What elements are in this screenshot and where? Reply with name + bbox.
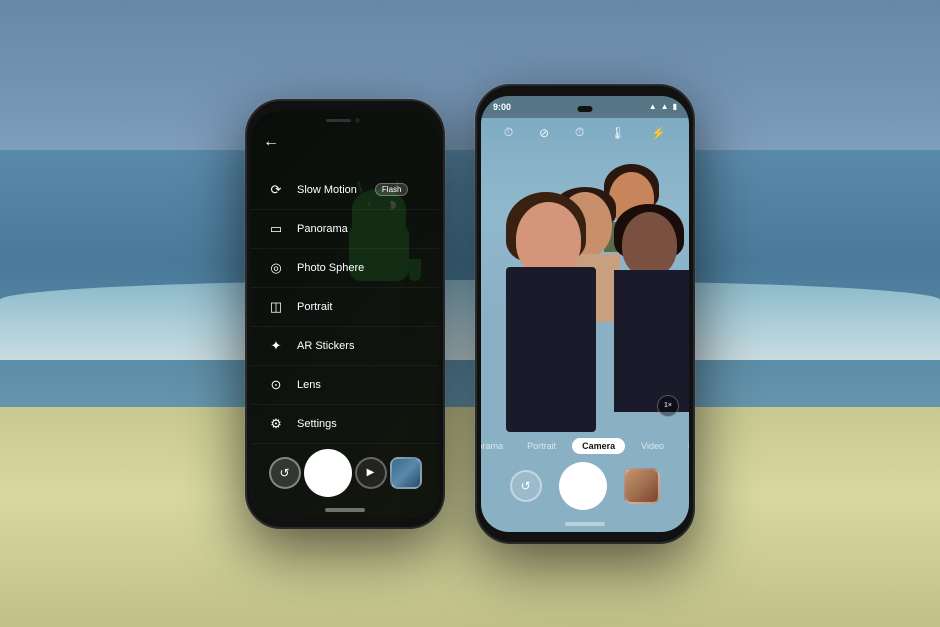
status-time: 9:00 <box>493 102 511 112</box>
photo-sphere-label: Photo Sphere <box>297 262 364 274</box>
status-icons: ▲ ▲ ▮ <box>649 102 677 111</box>
flash-badge: Flash <box>375 183 409 196</box>
person-main <box>501 202 601 432</box>
phone-right-screen: 9:00 ▲ ▲ ▮ ⏱ ⊘ ⏱ 🌡 ⚡ 1× Panor <box>481 96 689 532</box>
phone-left: ← ⟳ Slow Motion Flash ▭ Panorama ◎ <box>245 99 445 529</box>
phone-right-nav <box>481 522 689 526</box>
phone-left-screen: ← ⟳ Slow Motion Flash ▭ Panorama ◎ <box>251 111 439 517</box>
lens-label: Lens <box>297 379 321 391</box>
countdown-icon[interactable]: ⏱ <box>575 125 584 140</box>
menu-item-portrait[interactable]: ◫ Portrait <box>251 288 439 327</box>
wifi-icon: ▲ <box>649 102 657 111</box>
slow-motion-icon: ⟳ <box>267 181 285 199</box>
menu-item-panorama[interactable]: ▭ Panorama <box>251 210 439 249</box>
flip-camera-button-right[interactable]: ↺ <box>510 470 542 502</box>
portrait-label: Portrait <box>297 301 332 313</box>
home-indicator-right <box>565 522 605 526</box>
menu-item-photo-sphere[interactable]: ◎ Photo Sphere <box>251 249 439 288</box>
lens-icon: ⊙ <box>267 376 285 394</box>
timer-icon[interactable]: ⏱ <box>504 125 513 140</box>
tab-camera[interactable]: Camera <box>572 438 625 454</box>
menu-back-button[interactable]: ← <box>263 133 279 151</box>
menu-item-slow-motion[interactable]: ⟳ Slow Motion Flash <box>251 171 439 210</box>
menu-list: ⟳ Slow Motion Flash ▭ Panorama ◎ Photo S… <box>251 171 439 444</box>
video-button[interactable]: ▶ <box>355 457 387 489</box>
home-indicator <box>325 508 365 512</box>
flip-icon: ↺ <box>279 466 289 480</box>
settings-label: Settings <box>297 418 337 430</box>
zoom-level: 1× <box>664 402 672 409</box>
phone-left-speaker <box>326 119 351 122</box>
panorama-icon: ▭ <box>267 220 285 238</box>
camera-top-bar: ⏱ ⊘ ⏱ 🌡 ⚡ <box>481 118 689 148</box>
tab-portrait[interactable]: Portrait <box>519 438 564 454</box>
person-main-body <box>506 267 596 432</box>
zoom-indicator[interactable]: 1× <box>657 395 679 417</box>
flash-icon[interactable]: ⚡ <box>651 126 666 140</box>
gallery-button-right[interactable] <box>624 468 660 504</box>
portrait-icon: ◫ <box>267 298 285 316</box>
phones-container: ← ⟳ Slow Motion Flash ▭ Panorama ◎ <box>0 0 940 627</box>
phone-left-statusbar <box>251 111 439 131</box>
gallery-button[interactable] <box>390 457 422 489</box>
slow-motion-label: Slow Motion <box>297 184 357 196</box>
tab-video[interactable]: Video <box>633 438 672 454</box>
panorama-label: Panorama <box>297 223 348 235</box>
menu-item-settings[interactable]: ⚙ Settings <box>251 405 439 444</box>
settings-icon: ⚙ <box>267 415 285 433</box>
shutter-button[interactable] <box>304 449 352 497</box>
live-icon[interactable]: ⊘ <box>539 126 549 140</box>
photo-sphere-icon: ◎ <box>267 259 285 277</box>
phone-right-notch <box>578 106 593 112</box>
phone-right-controls: ↺ <box>481 462 689 510</box>
phone-right: 9:00 ▲ ▲ ▮ ⏱ ⊘ ⏱ 🌡 ⚡ 1× Panor <box>475 84 695 544</box>
mode-tabs: Panorama Portrait Camera Video More <box>481 432 689 460</box>
video-icon: ▶ <box>367 467 375 478</box>
tab-panorama[interactable]: Panorama <box>481 438 511 454</box>
back-icon: ← <box>263 133 279 150</box>
phone-left-nav <box>251 508 439 512</box>
menu-item-lens[interactable]: ⊙ Lens <box>251 366 439 405</box>
phone-left-controls: ↺ ▶ <box>251 449 439 497</box>
battery-icon: ▮ <box>673 102 677 111</box>
person-right <box>614 212 689 412</box>
signal-icon: ▲ <box>661 102 669 111</box>
tab-more[interactable]: More <box>680 438 689 454</box>
people-group <box>481 172 689 432</box>
phone-left-camera-dot <box>355 118 360 123</box>
ar-stickers-icon: ✦ <box>267 337 285 355</box>
person-right-body <box>614 270 689 412</box>
temp-icon[interactable]: 🌡 <box>610 126 625 140</box>
shutter-button-right[interactable] <box>559 462 607 510</box>
person-main-face <box>516 202 581 277</box>
menu-item-ar-stickers[interactable]: ✦ AR Stickers <box>251 327 439 366</box>
ar-stickers-label: AR Stickers <box>297 340 354 352</box>
flip-camera-button[interactable]: ↺ <box>269 457 301 489</box>
person-right-face <box>622 212 677 277</box>
flip-icon-right: ↺ <box>521 479 531 493</box>
